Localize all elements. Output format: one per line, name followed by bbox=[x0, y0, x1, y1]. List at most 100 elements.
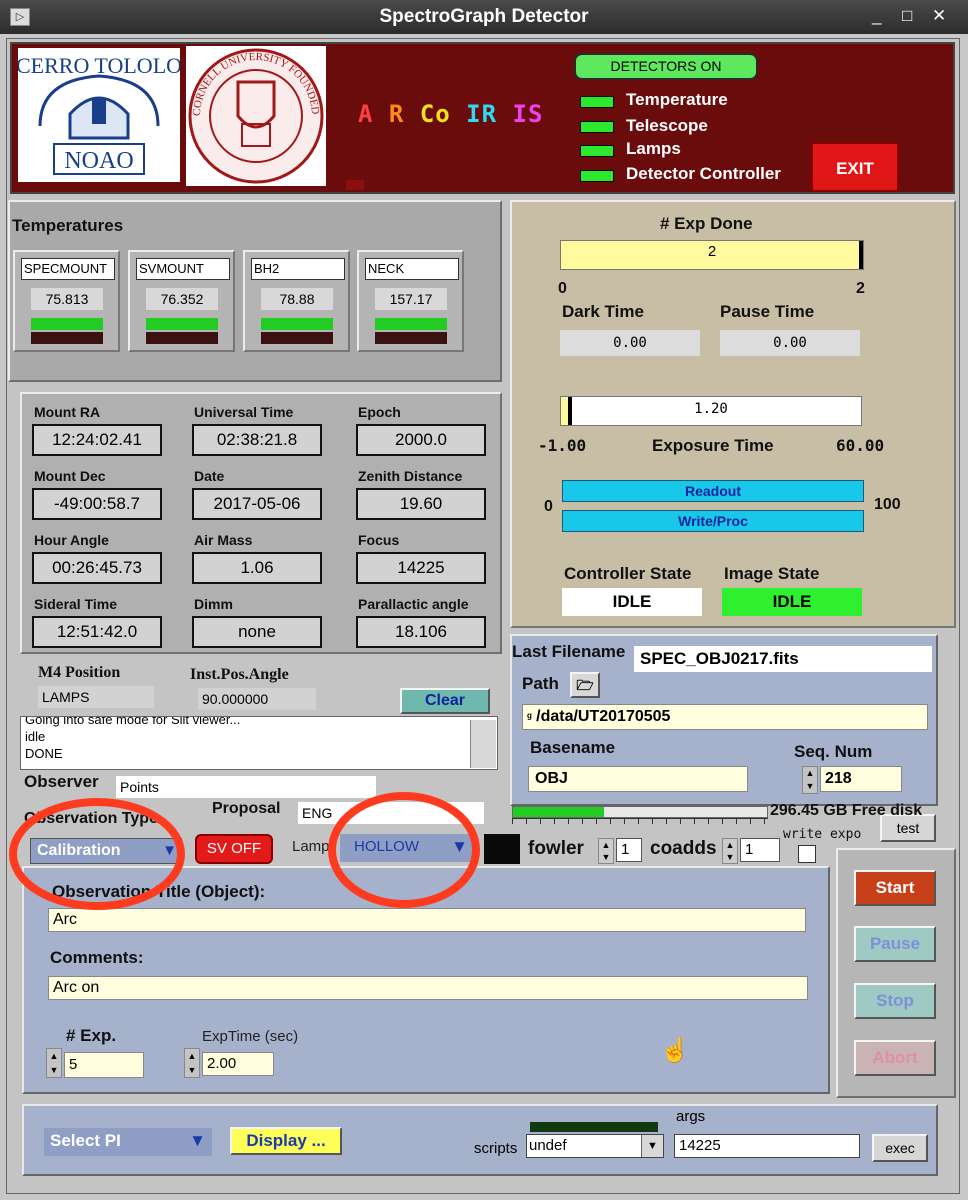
start-button[interactable]: Start bbox=[854, 870, 936, 906]
date-value: 2017-05-06 bbox=[192, 488, 322, 520]
num-exp-field[interactable]: 5 bbox=[64, 1052, 144, 1078]
fowler-label: fowler bbox=[528, 838, 584, 859]
controller-state-value: IDLE bbox=[562, 588, 702, 616]
pause-time-label: Pause Time bbox=[720, 302, 815, 321]
path-label: Path bbox=[522, 674, 559, 693]
observation-type-value: Calibration bbox=[37, 842, 121, 859]
exptime-stepper[interactable]: ▲ ▼ bbox=[184, 1048, 200, 1078]
last-filename-value: SPEC_OBJ0217.fits bbox=[634, 646, 932, 672]
fowler-stepper[interactable]: ▲ ▼ bbox=[598, 838, 614, 864]
exptime-sec-label: ExpTime (sec) bbox=[202, 1028, 299, 1045]
fowler-field[interactable]: 1 bbox=[616, 838, 642, 862]
log-line: idle bbox=[25, 729, 46, 744]
seq-num-field[interactable]: 218 bbox=[820, 766, 902, 792]
log-scrollbar[interactable] bbox=[470, 720, 496, 768]
date-label: Date bbox=[194, 468, 225, 484]
abort-button[interactable]: Abort bbox=[854, 1040, 936, 1076]
proposal-label: Proposal bbox=[212, 800, 281, 817]
disk-usage-bar bbox=[512, 806, 768, 818]
exit-button[interactable]: EXIT bbox=[811, 142, 899, 192]
write-expo-checkbox[interactable] bbox=[798, 845, 816, 863]
m4-position-label: M4 Position bbox=[38, 664, 121, 681]
sv-off-button[interactable]: SV OFF bbox=[195, 834, 273, 864]
status-detector-controller: Detector Controller bbox=[626, 164, 781, 183]
sensor-neck: NECK 157.17 bbox=[357, 250, 464, 352]
status-telescope: Telescope bbox=[626, 116, 708, 135]
progress-scale-max: 100 bbox=[874, 496, 901, 513]
chevron-down-icon: ▼ bbox=[451, 837, 468, 856]
universal-time-label: Universal Time bbox=[194, 404, 294, 420]
header-mark bbox=[346, 180, 364, 190]
path-field[interactable]: ᵍ /data/UT20170505 bbox=[522, 704, 928, 730]
mount-dec-value: -49:00:58.7 bbox=[32, 488, 162, 520]
inst-pos-angle-value: 90.000000 bbox=[198, 688, 316, 710]
arcoiris-letter bbox=[451, 100, 466, 128]
sensor-svmount: SVMOUNT 76.352 bbox=[128, 250, 235, 352]
folder-open-icon[interactable]: 🗁 bbox=[570, 672, 600, 698]
controller-state-label: Controller State bbox=[564, 564, 692, 583]
maximize-icon[interactable]: □ bbox=[902, 6, 912, 26]
scripts-dropdown[interactable]: undef ▼ bbox=[526, 1134, 664, 1158]
pause-time-value: 0.00 bbox=[720, 330, 860, 356]
image-state-value: IDLE bbox=[722, 588, 862, 616]
sideral-time-value: 12:51:42.0 bbox=[32, 616, 162, 648]
mount-ra-label: Mount RA bbox=[34, 404, 101, 420]
sensor-bar bbox=[261, 318, 333, 330]
path-icon: ᵍ bbox=[527, 710, 532, 724]
exposure-time-bar: 1.20 bbox=[560, 396, 862, 426]
sensor-name: BH2 bbox=[251, 258, 345, 280]
proposal-field[interactable]: ENG bbox=[298, 802, 484, 824]
close-icon[interactable]: ✕ bbox=[932, 6, 946, 26]
stop-button[interactable]: Stop bbox=[854, 983, 936, 1019]
exec-button[interactable]: exec bbox=[872, 1134, 928, 1162]
write-proc-bar: Write/Proc bbox=[562, 510, 864, 532]
num-exp-stepper[interactable]: ▲ ▼ bbox=[46, 1048, 62, 1078]
focus-value: 14225 bbox=[356, 552, 486, 584]
scripts-value: undef bbox=[529, 1137, 567, 1154]
pause-button[interactable]: Pause bbox=[854, 926, 936, 962]
log-list[interactable]: Going into safe mode for Slit viewer... … bbox=[20, 716, 498, 770]
temperatures-title: Temperatures bbox=[12, 216, 124, 235]
select-pi-value: Select PI bbox=[50, 1131, 121, 1150]
log-line: Going into safe mode for Slit viewer... bbox=[25, 716, 241, 727]
observation-title-field[interactable]: Arc bbox=[48, 908, 806, 932]
arcoiris-letter: Co bbox=[419, 100, 451, 128]
lamp-dropdown[interactable]: HOLLOW ▼ bbox=[340, 834, 474, 862]
sensor-bh2: BH2 78.88 bbox=[243, 250, 350, 352]
coadds-field[interactable]: 1 bbox=[740, 838, 780, 862]
air-mass-label: Air Mass bbox=[194, 532, 253, 548]
zenith-distance-value: 19.60 bbox=[356, 488, 486, 520]
focus-label: Focus bbox=[358, 532, 400, 548]
detectors-on-button[interactable]: DETECTORS ON bbox=[574, 53, 758, 80]
inst-pos-angle-label: Inst.Pos.Angle bbox=[190, 666, 289, 683]
select-pi-dropdown[interactable]: Select PI ▼ bbox=[44, 1128, 212, 1156]
coadds-stepper[interactable]: ▲ ▼ bbox=[722, 838, 738, 864]
air-mass-value: 1.06 bbox=[192, 552, 322, 584]
cornell-seal-logo: CORNELL UNIVERSITY FOUNDED A.D. 1865 bbox=[182, 37, 326, 186]
parallactic-angle-value: 18.106 bbox=[356, 616, 486, 648]
observation-type-dropdown[interactable]: Calibration ▼ bbox=[30, 838, 182, 864]
dimm-label: Dimm bbox=[194, 596, 233, 612]
scripts-label: scripts bbox=[474, 1140, 518, 1157]
seq-num-stepper[interactable]: ▲ ▼ bbox=[802, 766, 818, 794]
ctio-logo-text: CERRO TOLOLO bbox=[18, 53, 180, 78]
observer-field[interactable]: Points bbox=[116, 776, 376, 798]
basename-field[interactable]: OBJ bbox=[528, 766, 748, 792]
dark-time-value: 0.00 bbox=[560, 330, 700, 356]
args-field[interactable]: 14225 bbox=[674, 1134, 860, 1158]
comments-field[interactable]: Arc on bbox=[48, 976, 808, 1000]
scripts-indicator bbox=[530, 1122, 658, 1132]
dimm-value: none bbox=[192, 616, 322, 648]
noao-logo-text: NOAO bbox=[64, 148, 133, 174]
exptime-field[interactable]: 2.00 bbox=[202, 1052, 274, 1076]
sensor-bar bbox=[375, 318, 447, 330]
sensor-bar-bg bbox=[31, 332, 103, 344]
clear-button[interactable]: Clear bbox=[400, 688, 490, 714]
hour-angle-value: 00:26:45.73 bbox=[32, 552, 162, 584]
coadds-label: coadds bbox=[650, 838, 717, 859]
display-button[interactable]: Display ... bbox=[230, 1127, 342, 1155]
lamp-value: HOLLOW bbox=[354, 838, 420, 855]
universal-time-value: 02:38:21.8 bbox=[192, 424, 322, 456]
minimize-icon[interactable]: _ bbox=[872, 6, 881, 26]
arcoiris-letter: R bbox=[388, 100, 405, 128]
